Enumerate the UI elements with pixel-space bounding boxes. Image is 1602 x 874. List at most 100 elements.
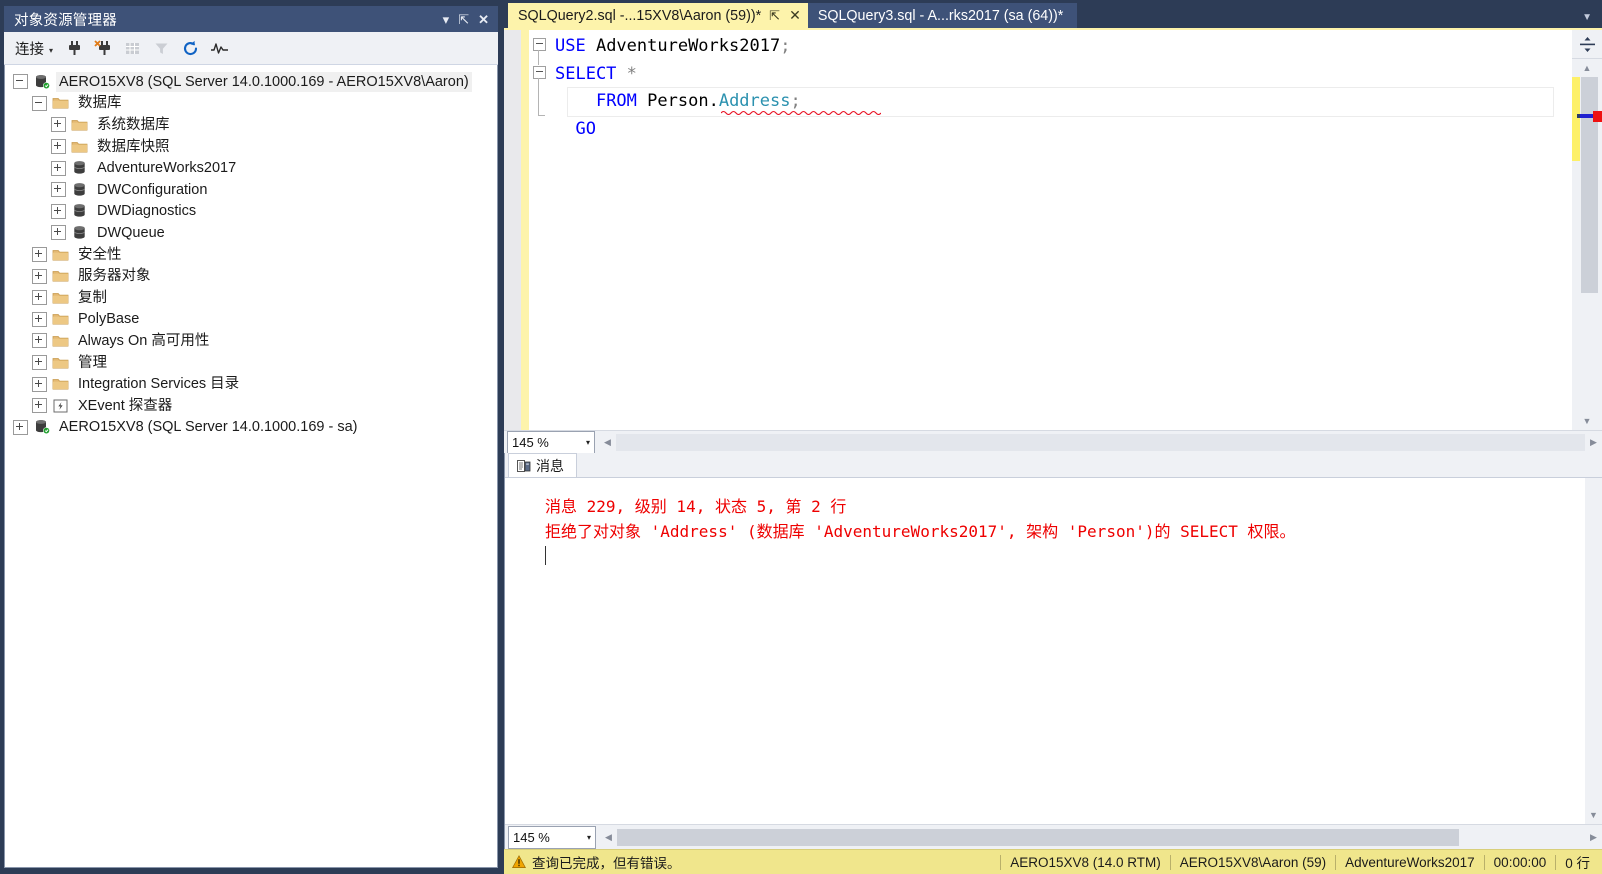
messages-zoom-strip: 145 % ▾ ◀ ▶ (505, 824, 1602, 849)
scroll-change-marker (1572, 77, 1580, 161)
disconnect-icon[interactable] (90, 35, 116, 61)
expand-icon[interactable] (32, 376, 47, 392)
document-tabstrip: SQLQuery2.sql -...15XV8\Aaron (59))* ⇱ ✕… (504, 0, 1602, 28)
split-pane-icon[interactable] (1572, 30, 1602, 59)
tree-node[interactable]: 数据库 (5, 93, 497, 115)
editor-zoom-select[interactable]: 145 % ▾ (507, 430, 595, 454)
tab-sqlquery2[interactable]: SQLQuery2.sql -...15XV8\Aaron (59))* ⇱ ✕ (508, 3, 808, 28)
scroll-track-horizontal[interactable] (617, 828, 1585, 846)
tree-node[interactable]: 服务器对象 (5, 265, 497, 287)
panel-close-icon[interactable]: ✕ (478, 13, 489, 26)
scroll-right-icon[interactable]: ▶ (1585, 437, 1602, 448)
messages-zoom-select[interactable]: 145 % ▾ (508, 825, 596, 849)
scroll-down-icon[interactable]: ▼ (1585, 806, 1602, 824)
scroll-left-icon[interactable]: ◀ (599, 437, 616, 448)
expand-icon[interactable] (51, 182, 66, 198)
message-grid-icon (517, 459, 531, 473)
collapse-icon[interactable] (13, 74, 28, 90)
expand-icon[interactable] (32, 333, 47, 349)
folder-icon (52, 268, 70, 284)
tree-node[interactable]: AERO15XV8 (SQL Server 14.0.1000.169 - sa… (5, 417, 497, 439)
expand-icon[interactable] (51, 203, 66, 219)
folder-icon (52, 290, 70, 306)
tree-node[interactable]: 系统数据库 (5, 114, 497, 136)
messages-vertical-scrollbar[interactable]: ▼ (1585, 478, 1602, 824)
editor-horizontal-scrollbar[interactable]: ◀ ▶ (599, 431, 1602, 453)
collapse-icon[interactable] (32, 95, 47, 111)
tree-node[interactable]: AERO15XV8 (SQL Server 14.0.1000.169 - AE… (5, 71, 497, 93)
activity-monitor-icon[interactable] (206, 35, 232, 61)
connect-icon[interactable] (61, 35, 87, 61)
folder-icon (52, 355, 70, 371)
scroll-track[interactable] (1572, 77, 1602, 412)
editor-fold-margin[interactable] (529, 30, 551, 430)
tree-node[interactable]: DWQueue (5, 222, 497, 244)
tab-messages[interactable]: 消息 (508, 453, 577, 477)
sql-editor[interactable]: USE AdventureWorks2017; SELECT * FROM Per… (504, 28, 1602, 430)
tree-node[interactable]: 管理 (5, 352, 497, 374)
tab-sqlquery3[interactable]: SQLQuery3.sql - A...rks2017 (sa (64))* (807, 3, 1078, 28)
expand-icon[interactable] (51, 225, 66, 241)
tree-node[interactable]: 安全性 (5, 244, 497, 266)
tabstrip-overflow-icon[interactable]: ▼ (1582, 12, 1592, 23)
code-token: SELECT (555, 63, 617, 84)
object-explorer-toolbar: 连接 ▾ (4, 32, 498, 65)
tree-node-label: AERO15XV8 (SQL Server 14.0.1000.169 - sa… (59, 419, 358, 436)
tree-node[interactable]: DWDiagnostics (5, 201, 497, 223)
tree-node[interactable]: PolyBase (5, 309, 497, 331)
code-token: Address (718, 91, 791, 111)
scroll-right-icon[interactable]: ▶ (1585, 832, 1602, 843)
status-cell: AERO15XV8\Aaron (59) (1169, 854, 1335, 870)
code-token: AdventureWorks2017 (585, 36, 781, 56)
tree-node[interactable]: 数据库快照 (5, 136, 497, 158)
scroll-left-icon[interactable]: ◀ (600, 832, 617, 843)
expand-icon[interactable] (32, 247, 47, 263)
tree-node[interactable]: XEvent 探查器 (5, 395, 497, 417)
refresh-icon[interactable] (177, 35, 203, 61)
scroll-down-icon[interactable]: ▼ (1572, 412, 1602, 430)
expand-icon[interactable] (32, 268, 47, 284)
tab-pin-icon[interactable]: ⇱ (769, 8, 780, 24)
scroll-thumb-horizontal[interactable] (616, 433, 1585, 451)
expand-icon[interactable] (32, 355, 47, 371)
expand-icon[interactable] (13, 419, 28, 435)
messages-body[interactable]: 消息 229, 级别 14, 状态 5, 第 2 行拒绝了对对象 'Addres… (505, 478, 1602, 824)
panel-pin-icon[interactable]: ⇱ (458, 13, 469, 26)
tab-messages-label: 消息 (536, 457, 564, 474)
tab-close-icon[interactable]: ✕ (789, 7, 801, 24)
filter-icon (148, 35, 174, 61)
scroll-track-horizontal[interactable] (616, 433, 1585, 451)
expand-icon[interactable] (32, 311, 47, 327)
scroll-up-icon[interactable]: ▲ (1572, 59, 1602, 77)
tree-node[interactable]: Always On 高可用性 (5, 330, 497, 352)
object-explorer-tree-container[interactable]: AERO15XV8 (SQL Server 14.0.1000.169 - AE… (4, 65, 498, 868)
editor-code-text[interactable]: USE AdventureWorks2017; SELECT * FROM Per… (551, 30, 1572, 430)
expand-icon[interactable] (51, 117, 66, 133)
connect-button[interactable]: 连接 ▾ (12, 36, 58, 61)
tree-node[interactable]: AdventureWorks2017 (5, 157, 497, 179)
expand-icon[interactable] (32, 398, 47, 414)
messages-text[interactable]: 消息 229, 级别 14, 状态 5, 第 2 行拒绝了对对象 'Addres… (505, 478, 1585, 824)
object-explorer-title: 对象资源管理器 (14, 12, 117, 29)
expand-icon[interactable] (51, 160, 66, 176)
tree-node[interactable]: Integration Services 目录 (5, 373, 497, 395)
database-icon (71, 225, 89, 241)
scroll-thumb-horizontal[interactable] (617, 828, 1460, 846)
expand-icon[interactable] (32, 290, 47, 306)
code-token: USE (555, 36, 586, 56)
expand-icon[interactable] (51, 139, 66, 155)
fold-toggle-line2[interactable] (533, 66, 546, 79)
panel-dropdown-icon[interactable]: ▾ (443, 13, 450, 26)
tree-node-label: 数据库快照 (97, 138, 170, 155)
messages-horizontal-scrollbar[interactable]: ◀ ▶ (600, 826, 1602, 848)
database-icon (71, 203, 89, 219)
results-messages-pane: 消息 消息 229, 级别 14, 状态 5, 第 2 行拒绝了对对象 'Add… (504, 453, 1602, 849)
message-line: 消息 229, 级别 14, 状态 5, 第 2 行 (545, 497, 847, 516)
editor-vertical-scrollbar[interactable]: ▲ ▼ (1572, 59, 1602, 430)
scroll-thumb[interactable] (1581, 77, 1598, 293)
tree-node[interactable]: DWConfiguration (5, 179, 497, 201)
object-explorer-tree[interactable]: AERO15XV8 (SQL Server 14.0.1000.169 - AE… (5, 65, 497, 438)
fold-toggle-line1[interactable] (533, 38, 546, 51)
folder-icon (52, 95, 70, 111)
tree-node[interactable]: 复制 (5, 287, 497, 309)
